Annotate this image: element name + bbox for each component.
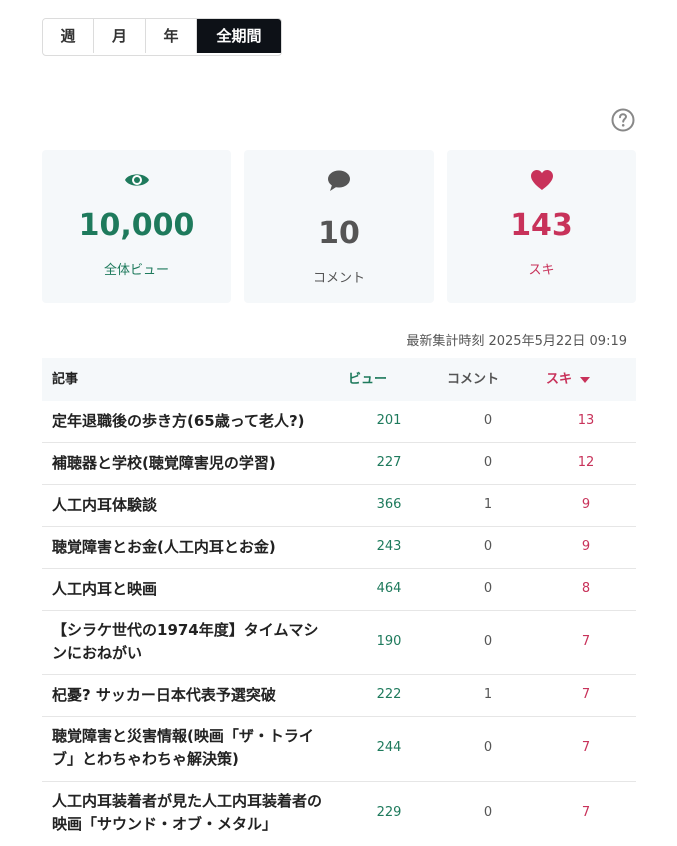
article-likes: 13: [577, 413, 595, 428]
total-likes-value: 143: [510, 208, 573, 243]
heart-icon: [530, 170, 553, 190]
article-comments: 0: [483, 805, 493, 820]
eye-icon: [124, 174, 149, 186]
article-title[interactable]: 人工内耳装着者が見た人工内耳装着者の映画「サウンド・オブ・メタル」: [52, 790, 332, 836]
total-likes-label: スキ: [528, 263, 555, 278]
help-icon[interactable]: [611, 108, 635, 132]
summary-cards: 10,000 全体ビュー 10 コメント 143 スキ: [42, 150, 636, 303]
article-likes: 9: [581, 497, 591, 512]
article-views: 464: [376, 581, 402, 596]
total-comments-label: コメント: [312, 271, 365, 286]
article-likes: 12: [577, 455, 595, 470]
article-views: 190: [376, 634, 402, 649]
last-updated: 最新集計時刻 2025年5月22日 09:19: [406, 334, 627, 349]
period-tabs: 週 月 年 全期間: [42, 18, 282, 56]
article-comments: 0: [483, 455, 493, 470]
article-likes: 8: [581, 581, 591, 596]
header-views[interactable]: ビュー: [348, 358, 387, 401]
article-views: 201: [376, 413, 402, 428]
total-views-label: 全体ビュー: [103, 263, 169, 278]
table-row[interactable]: 聴覚障害とお金(人工内耳とお金) 243 0 9: [42, 527, 636, 569]
article-comments: 0: [483, 539, 493, 554]
article-title[interactable]: 【シラケ世代の1974年度】タイムマシンにおねがい: [52, 619, 332, 665]
article-comments: 0: [483, 634, 493, 649]
table-row[interactable]: 人工内耳装着者が見た人工内耳装着者の映画「サウンド・オブ・メタル」 229 0 …: [42, 782, 636, 846]
header-likes[interactable]: スキ: [546, 358, 591, 401]
comments-card: 10 コメント: [244, 150, 434, 303]
article-views: 244: [376, 740, 402, 755]
article-title[interactable]: 人工内耳と映画: [52, 578, 332, 601]
total-views-value: 10,000: [78, 208, 195, 243]
views-card: 10,000 全体ビュー: [42, 150, 231, 303]
tab-year[interactable]: 年: [146, 19, 197, 53]
header-comments[interactable]: コメント: [447, 358, 499, 401]
article-title[interactable]: 人工内耳体験談: [52, 494, 332, 517]
header-likes-label: スキ: [546, 372, 573, 387]
table-header: 記事 ビュー コメント スキ: [42, 358, 636, 401]
article-comments: 1: [483, 497, 493, 512]
article-likes: 9: [581, 539, 591, 554]
table-row[interactable]: 定年退職後の歩き方(65歳って老人?) 201 0 13: [42, 401, 636, 443]
article-comments: 0: [483, 740, 493, 755]
article-stats-table: 記事 ビュー コメント スキ 定年退職後の歩き方(65歳って老人?) 201 0…: [42, 358, 636, 846]
article-likes: 7: [581, 805, 591, 820]
table-row[interactable]: 【シラケ世代の1974年度】タイムマシンにおねがい 190 0 7: [42, 611, 636, 675]
article-views: 222: [376, 687, 402, 702]
article-comments: 0: [483, 413, 493, 428]
total-comments-value: 10: [318, 216, 360, 251]
article-title[interactable]: 定年退職後の歩き方(65歳って老人?): [52, 410, 332, 433]
article-title[interactable]: 聴覚障害と災害情報(映画「ザ・トライブ」とわちゃわちゃ解決策): [52, 725, 332, 771]
table-row[interactable]: 補聴器と学校(聴覚障害児の学習) 227 0 12: [42, 443, 636, 485]
article-likes: 7: [581, 634, 591, 649]
likes-card: 143 スキ: [447, 150, 636, 303]
article-views: 227: [376, 455, 402, 470]
article-title[interactable]: 補聴器と学校(聴覚障害児の学習): [52, 452, 332, 475]
article-likes: 7: [581, 687, 591, 702]
article-comments: 1: [483, 687, 493, 702]
article-title[interactable]: 聴覚障害とお金(人工内耳とお金): [52, 536, 332, 559]
article-comments: 0: [483, 581, 493, 596]
article-views: 243: [376, 539, 402, 554]
table-row[interactable]: 人工内耳と映画 464 0 8: [42, 569, 636, 611]
table-row[interactable]: 聴覚障害と災害情報(映画「ザ・トライブ」とわちゃわちゃ解決策) 244 0 7: [42, 717, 636, 782]
sort-desc-icon: [580, 376, 591, 383]
table-row[interactable]: 杞憂? サッカー日本代表予選突破 222 1 7: [42, 675, 636, 717]
article-views: 366: [376, 497, 402, 512]
header-article: 記事: [52, 372, 79, 387]
article-likes: 7: [581, 740, 591, 755]
comment-icon: [328, 170, 350, 191]
tab-month[interactable]: 月: [94, 19, 146, 53]
table-row[interactable]: 人工内耳体験談 366 1 9: [42, 485, 636, 527]
tab-all-time[interactable]: 全期間: [197, 19, 281, 53]
article-views: 229: [376, 805, 402, 820]
article-title[interactable]: 杞憂? サッカー日本代表予選突破: [52, 684, 332, 707]
tab-week[interactable]: 週: [43, 19, 94, 53]
